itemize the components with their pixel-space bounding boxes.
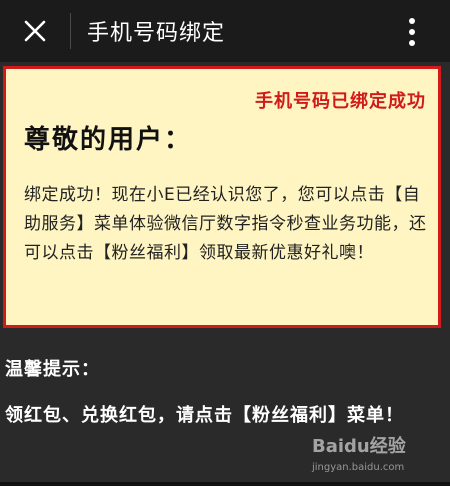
toolbar-divider	[70, 13, 71, 49]
tips-title: 温馨提示：	[5, 359, 100, 380]
binding-status-text: 手机号码已绑定成功	[255, 91, 426, 112]
top-navigation-bar: 手机号码绑定	[0, 0, 450, 62]
more-vertical-icon	[409, 18, 415, 46]
page-title: 手机号码绑定	[87, 21, 226, 46]
bottom-edge	[0, 482, 450, 486]
greeting-heading: 尊敬的用户：	[24, 125, 193, 155]
close-icon	[24, 20, 46, 42]
binding-success-card: 手机号码已绑定成功 尊敬的用户： 绑定成功！现在小E已经认识您了，您可以点击【自…	[3, 66, 441, 328]
baidu-jingyan-watermark: Baidu经验 jingyan.baidu.com	[311, 435, 407, 473]
watermark-url: jingyan.baidu.com	[311, 462, 404, 473]
close-button[interactable]	[0, 0, 70, 62]
more-options-button[interactable]	[394, 12, 430, 52]
success-message: 绑定成功！现在小E已经认识您了，您可以点击【自助服务】菜单体验微信厅数字指令秒查…	[24, 185, 427, 263]
watermark-brand: Baidu经验	[312, 435, 407, 457]
